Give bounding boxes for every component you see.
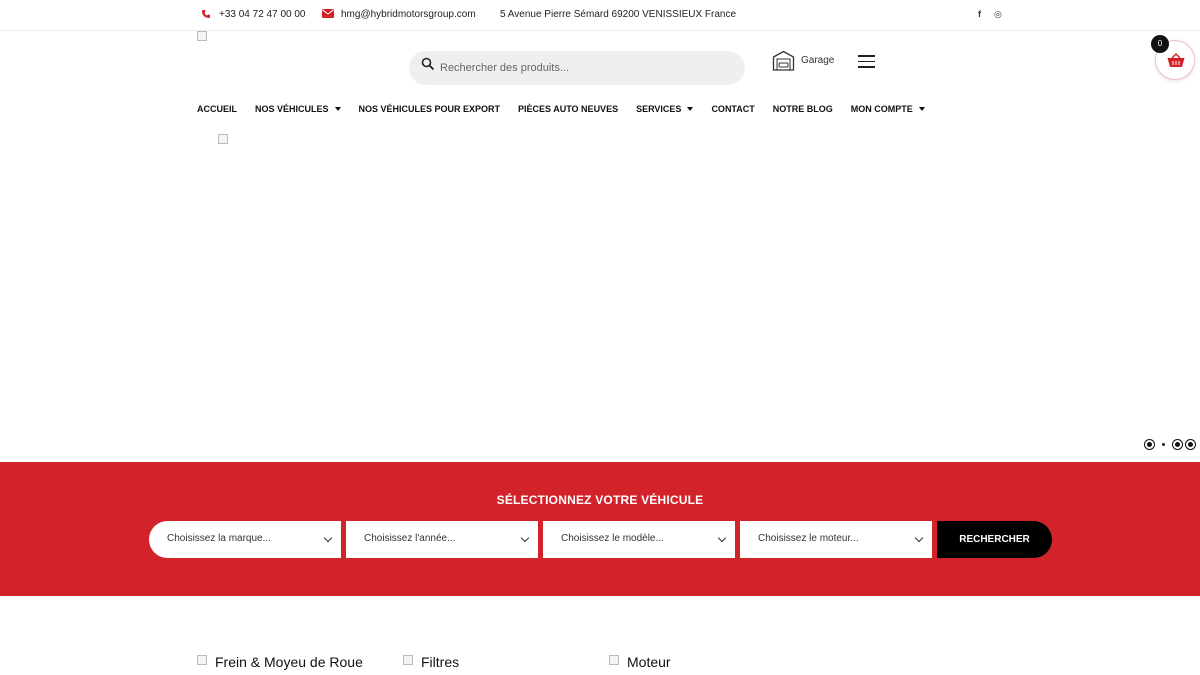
vehicle-selector-title: SÉLECTIONNEZ VOTRE VÉHICULE <box>496 493 704 507</box>
search-icon[interactable] <box>421 57 435 71</box>
nav-item-mon-compte[interactable]: MON COMPTE <box>851 104 925 114</box>
product-search <box>409 51 745 85</box>
top-bar: +33 04 72 47 00 00 hmg@hybridmotorsgroup… <box>0 0 1200 31</box>
email-address: hmg@hybridmotorsgroup.com <box>341 9 476 20</box>
vehicle-search-button[interactable]: RECHERCHER <box>937 521 1052 558</box>
nav-label: PIÈCES AUTO NEUVES <box>518 104 619 114</box>
category-item[interactable]: Frein & Moyeu de Roue <box>197 654 403 670</box>
slider-dot[interactable] <box>1186 440 1195 449</box>
category-image <box>197 655 207 665</box>
caret-down-icon <box>687 107 694 111</box>
slider-pagination <box>1145 440 1195 449</box>
nav-label: MON COMPTE <box>850 104 913 114</box>
nav-label: CONTACT <box>711 104 755 114</box>
nav-label: NOS VÉHICULES POUR EXPORT <box>358 104 501 114</box>
garage-link[interactable]: Garage <box>772 50 834 71</box>
vehicle-selector: SÉLECTIONNEZ VOTRE VÉHICULE Choisissez l… <box>0 462 1200 596</box>
brand-select[interactable]: Choisissez la marque... <box>149 521 341 558</box>
email-contact[interactable]: hmg@hybridmotorsgroup.com <box>322 9 476 20</box>
nav-item-accueil[interactable]: ACCUEIL <box>197 104 237 114</box>
model-select-value: Choisissez le modèle... <box>561 533 664 544</box>
engine-select-value: Choisissez le moteur... <box>758 533 859 544</box>
chevron-down-icon <box>717 533 727 543</box>
nav-label: NOTRE BLOG <box>772 104 833 114</box>
category-image <box>403 655 413 665</box>
hamburger-icon <box>858 55 875 57</box>
address-text: 5 Avenue Pierre Sémard 69200 VENISSIEUX … <box>500 9 737 20</box>
hamburger-icon-line <box>858 66 875 68</box>
nav-item-blog[interactable]: NOTRE BLOG <box>773 104 833 114</box>
garage-icon <box>772 50 795 71</box>
nav-label: SERVICES <box>636 104 682 114</box>
slider-dot[interactable] <box>1173 440 1182 449</box>
caret-down-icon <box>334 107 341 111</box>
engine-select[interactable]: Choisissez le moteur... <box>740 521 932 558</box>
slider-dot[interactable] <box>1145 440 1154 449</box>
menu-toggle[interactable] <box>858 55 875 68</box>
site-logo[interactable] <box>197 31 207 41</box>
category-list: Frein & Moyeu de Roue Filtres Moteur <box>197 654 815 670</box>
nav-item-services[interactable]: SERVICES <box>636 104 694 114</box>
nav-item-export[interactable]: NOS VÉHICULES POUR EXPORT <box>359 104 501 114</box>
caret-down-icon <box>918 107 925 111</box>
phone-contact[interactable]: +33 04 72 47 00 00 <box>200 9 305 20</box>
nav-item-nos-vehicules[interactable]: NOS VÉHICULES <box>255 104 341 114</box>
year-select[interactable]: Choisissez l'année... <box>346 521 538 558</box>
instagram-icon[interactable]: ◎ <box>994 9 1002 20</box>
model-select[interactable]: Choisissez le modèle... <box>543 521 735 558</box>
year-select-value: Choisissez l'année... <box>364 533 456 544</box>
brand-select-value: Choisissez la marque... <box>167 533 271 544</box>
main-nav: ACCUEIL NOS VÉHICULES NOS VÉHICULES POUR… <box>197 104 943 114</box>
search-input[interactable] <box>440 59 730 77</box>
phone-number: +33 04 72 47 00 00 <box>219 9 306 20</box>
category-label: Filtres <box>421 654 460 670</box>
envelope-icon <box>322 9 334 20</box>
cart-count-badge: 0 <box>1151 35 1169 53</box>
nav-label: ACCUEIL <box>197 104 237 114</box>
chevron-down-icon <box>323 533 333 543</box>
phone-icon <box>200 9 212 20</box>
hamburger-icon-line <box>858 60 875 62</box>
category-label: Moteur <box>627 654 671 670</box>
nav-item-contact[interactable]: CONTACT <box>711 104 754 114</box>
category-image <box>609 655 619 665</box>
hero-banner-image <box>218 134 228 144</box>
category-item[interactable]: Moteur <box>609 654 815 670</box>
category-item[interactable]: Filtres <box>403 654 609 670</box>
vehicle-selector-form: Choisissez la marque... Choisissez l'ann… <box>149 521 1052 558</box>
nav-label: NOS VÉHICULES <box>255 104 329 114</box>
chevron-down-icon <box>914 533 924 543</box>
nav-item-pieces[interactable]: PIÈCES AUTO NEUVES <box>518 104 618 114</box>
address: 5 Avenue Pierre Sémard 69200 VENISSIEUX … <box>500 9 736 20</box>
basket-icon <box>1167 53 1185 67</box>
facebook-icon[interactable]: f <box>978 9 981 19</box>
category-label: Frein & Moyeu de Roue <box>215 654 363 670</box>
slider-dot-active[interactable] <box>1162 443 1165 446</box>
chevron-down-icon <box>520 533 530 543</box>
garage-label: Garage <box>801 55 835 66</box>
